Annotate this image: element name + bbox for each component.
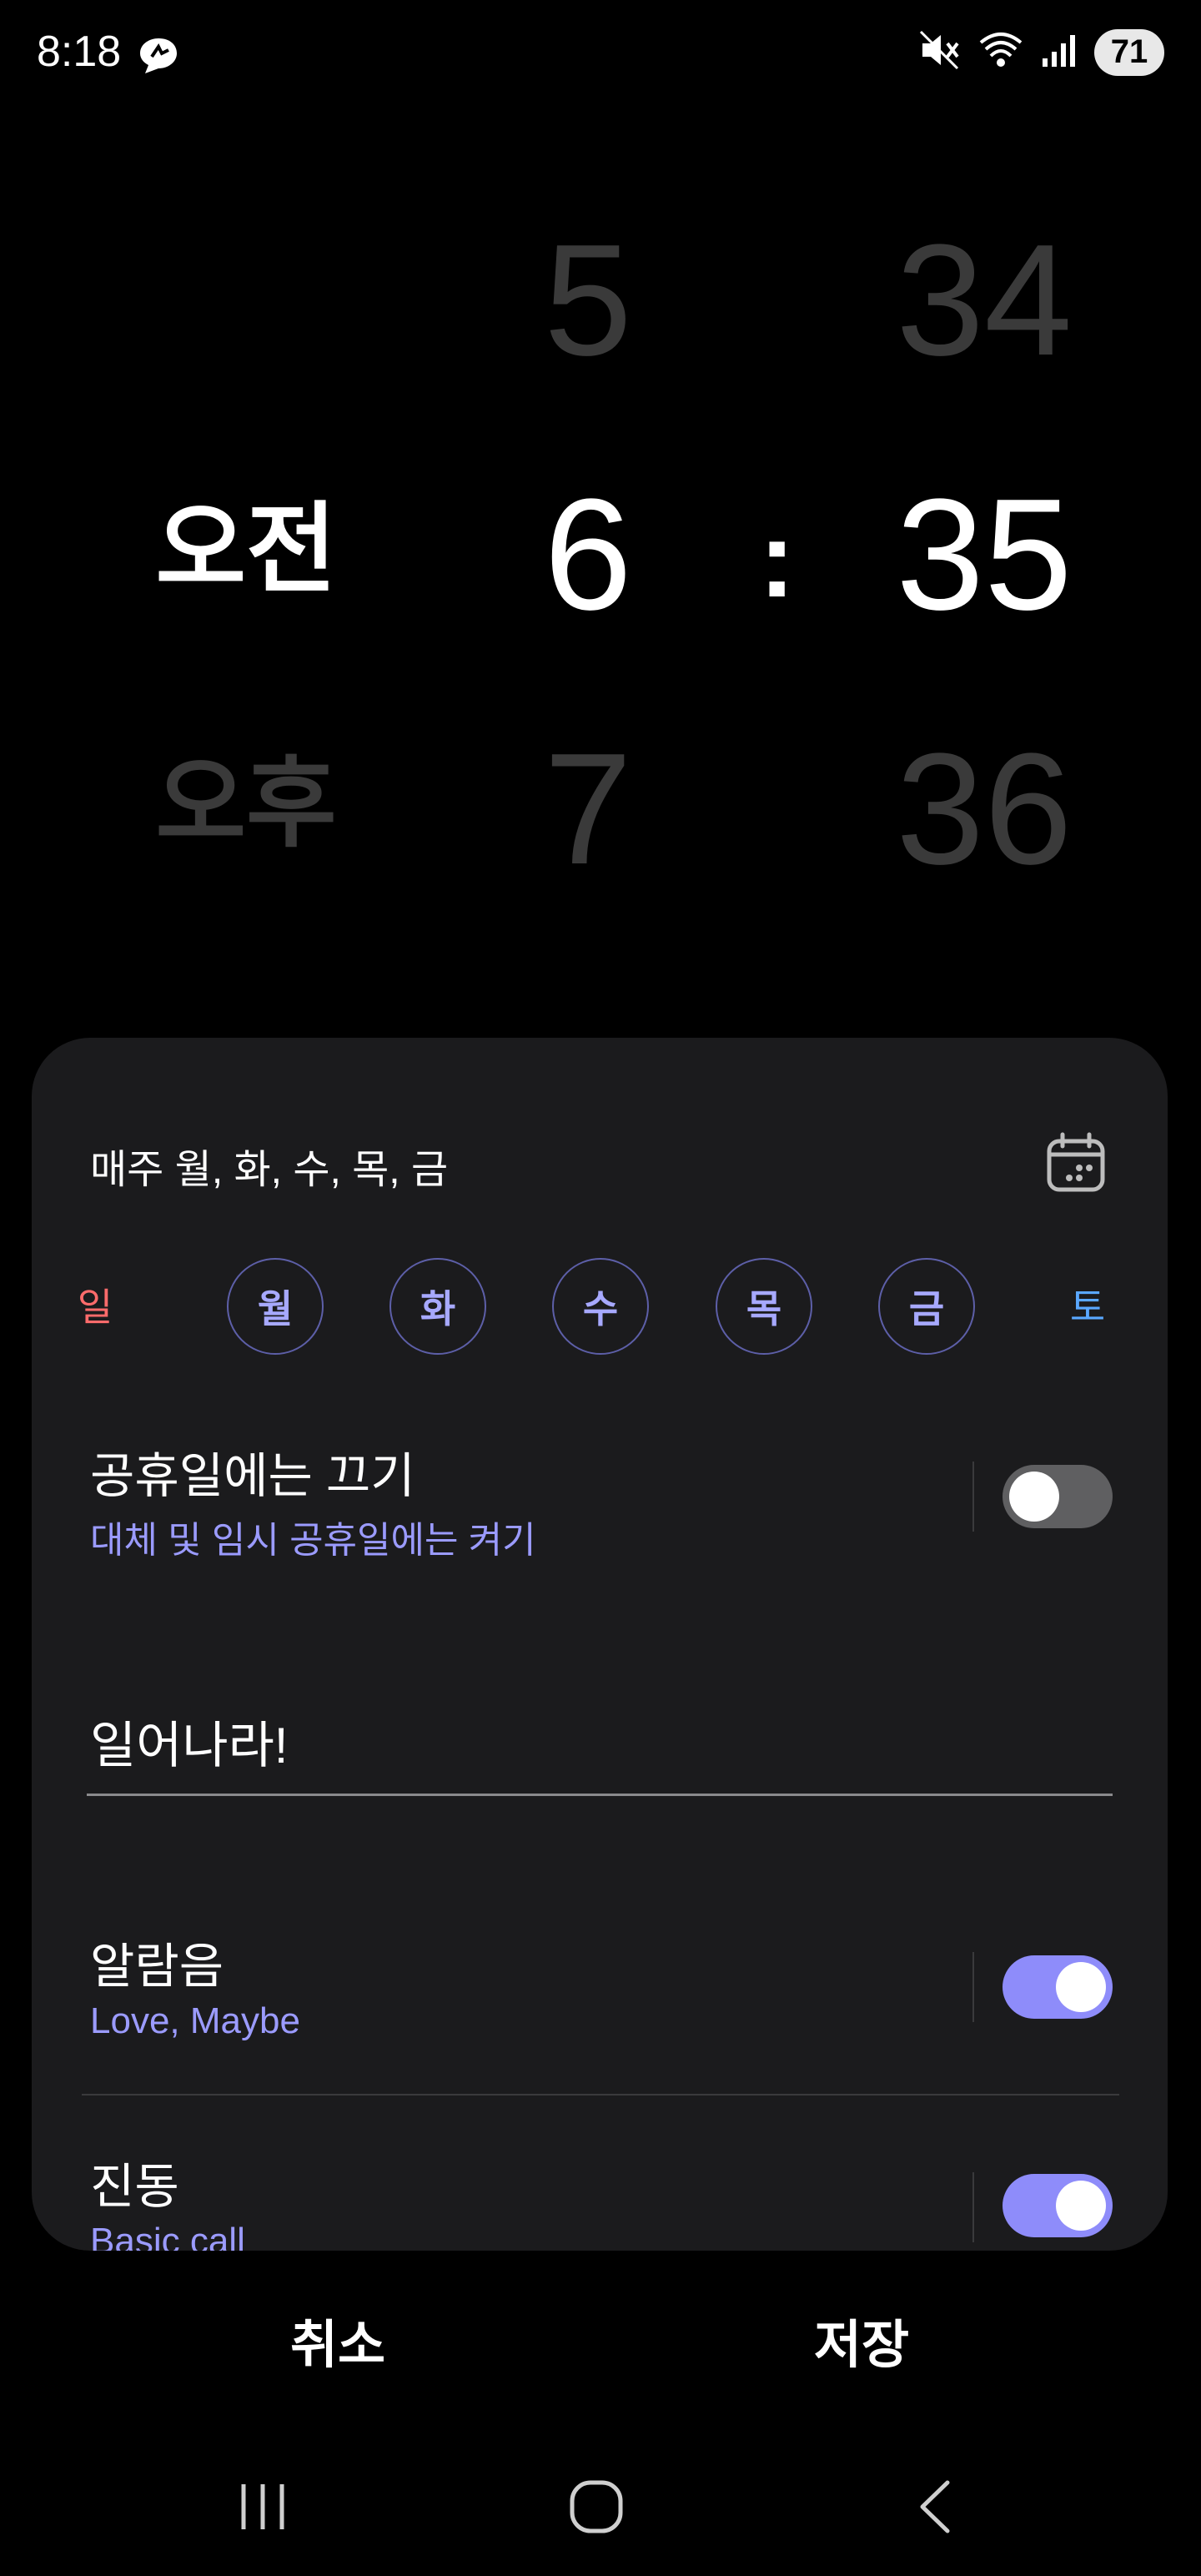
- hour-selected[interactable]: 6: [480, 475, 696, 634]
- ampm-option-pm[interactable]: 오후: [121, 755, 371, 853]
- input-underline: [87, 1794, 1113, 1796]
- holiday-toggle[interactable]: [1003, 1465, 1113, 1528]
- signal-icon: [1041, 32, 1078, 73]
- navigation-bar: [0, 2461, 1201, 2576]
- recent-apps-icon[interactable]: [234, 2478, 292, 2540]
- day-label: 목: [746, 1287, 782, 1331]
- toggle-knob: [1056, 1962, 1106, 2012]
- status-bar: 8:18 71: [0, 0, 1201, 108]
- minute-next[interactable]: 36: [834, 730, 1134, 888]
- hour-prev[interactable]: 5: [480, 221, 696, 380]
- back-icon[interactable]: [909, 2478, 967, 2540]
- vibration-subtitle: Basic call: [90, 2221, 245, 2251]
- chat-bubble-icon: [133, 35, 180, 79]
- alarm-settings-card: 매주 월, 화, 수, 목, 금 일 월 화 수 목 금 토 공휴일에는 끄기 …: [32, 1038, 1168, 2251]
- toggle-knob: [1056, 2181, 1106, 2231]
- day-selector: 일 월 화 수 목 금 토: [32, 1258, 1168, 1355]
- divider: [972, 2172, 974, 2242]
- day-label: 수: [582, 1287, 619, 1331]
- day-label: 일: [77, 1285, 113, 1329]
- ampm-selected[interactable]: 오전: [121, 501, 371, 599]
- day-label: 금: [908, 1287, 945, 1331]
- day-thu[interactable]: 목: [716, 1258, 812, 1355]
- vibration-toggle[interactable]: [1003, 2174, 1113, 2237]
- day-sun[interactable]: 일: [48, 1258, 142, 1351]
- day-tue[interactable]: 화: [389, 1258, 486, 1355]
- calendar-icon[interactable]: [1044, 1131, 1108, 1195]
- holiday-title: 공휴일에는 끄기: [90, 1449, 415, 1503]
- vibration-title: 진동: [90, 2160, 179, 2214]
- minute-prev[interactable]: 34: [834, 221, 1134, 380]
- day-sat[interactable]: 토: [1041, 1258, 1134, 1351]
- divider: [972, 1462, 974, 1532]
- alarm-sound-title: 알람음: [90, 1940, 224, 1994]
- mute-icon: [917, 28, 961, 76]
- status-time: 8:18: [37, 28, 122, 76]
- save-button[interactable]: 저장: [814, 2302, 909, 2377]
- toggle-knob: [1009, 1472, 1059, 1522]
- day-wed[interactable]: 수: [552, 1258, 649, 1355]
- repeat-summary: 매주 월, 화, 수, 목, 금: [90, 1148, 449, 1192]
- day-label: 월: [257, 1287, 294, 1331]
- cancel-button[interactable]: 취소: [290, 2302, 385, 2377]
- minute-selected[interactable]: 35: [834, 475, 1134, 634]
- day-fri[interactable]: 금: [878, 1258, 975, 1355]
- wifi-icon: [977, 29, 1024, 75]
- day-label: 화: [420, 1287, 456, 1331]
- day-label: 토: [1069, 1285, 1106, 1329]
- hour-next[interactable]: 7: [480, 730, 696, 888]
- holiday-subtitle[interactable]: 대체 및 임시 공휴일에는 켜기: [90, 1510, 536, 1563]
- time-picker[interactable]: 오전 오후 5 6 7 : 34 35 36: [0, 167, 1201, 918]
- day-mon[interactable]: 월: [227, 1258, 324, 1355]
- battery-indicator: 71: [1094, 28, 1164, 76]
- divider: [972, 1952, 974, 2022]
- alarm-name-input[interactable]: 일어나라!: [90, 1705, 288, 1778]
- alarm-sound-subtitle: Love, Maybe: [90, 2000, 300, 2041]
- home-icon[interactable]: [567, 2478, 626, 2540]
- row-divider: [82, 2094, 1119, 2096]
- time-separator: :: [759, 498, 796, 620]
- alarm-sound-toggle[interactable]: [1003, 1955, 1113, 2019]
